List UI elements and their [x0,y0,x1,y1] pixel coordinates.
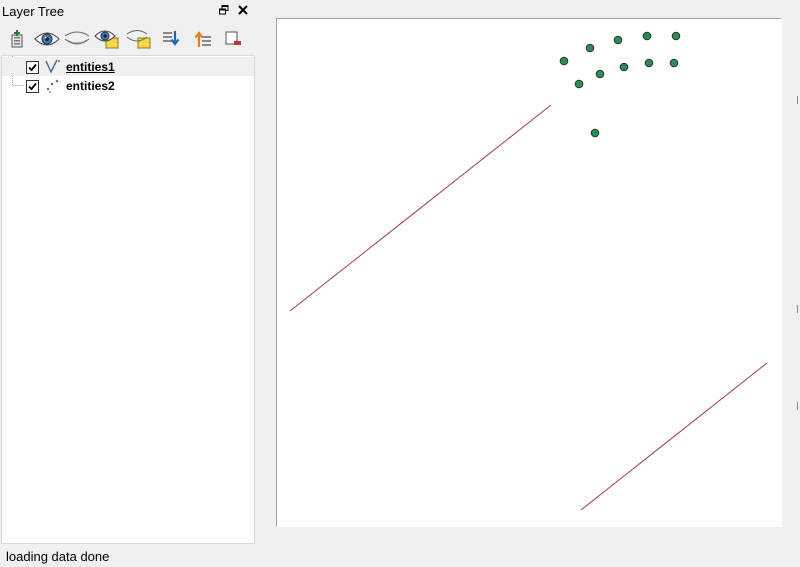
point-feature[interactable] [642,31,652,41]
map-canvas-frame[interactable] [276,18,782,527]
move-layer-down-icon[interactable] [158,26,184,52]
splitter-grip-icon [797,305,798,313]
point-feature[interactable] [613,35,623,45]
move-layer-up-icon[interactable] [190,26,216,52]
hide-all-layers-icon[interactable] [64,26,90,52]
layer-row-entities2[interactable]: entities2 [2,76,254,95]
splitter-grip-icon [797,402,798,410]
point-feature[interactable] [671,31,681,41]
point-feature[interactable] [585,43,595,53]
layer-label: entities2 [66,79,115,93]
layer-tree[interactable]: entities1 entities2 [1,55,255,544]
dock-titlebar[interactable]: Layer Tree [0,0,256,22]
point-feature[interactable] [619,62,629,72]
point-feature[interactable] [669,58,679,68]
point-layer-icon [44,77,62,94]
restore-window-icon[interactable] [216,2,232,18]
checkmark-icon [28,63,37,72]
layer-visibility-checkbox[interactable] [26,61,39,74]
show-selected-layers-icon[interactable] [94,26,120,52]
layer-row-entities1[interactable]: entities1 [2,57,254,76]
close-icon[interactable] [235,2,251,18]
remove-layer-icon[interactable] [220,26,246,52]
point-feature[interactable] [590,128,600,138]
dock-title: Layer Tree [2,4,65,19]
right-splitter[interactable] [796,0,800,545]
line-feature[interactable] [580,362,768,511]
point-feature[interactable] [574,79,584,89]
line-feature[interactable] [289,104,552,312]
status-bar: loading data done [0,545,800,567]
line-layer-icon [44,58,62,75]
show-all-layers-icon[interactable] [34,26,60,52]
point-feature[interactable] [559,56,569,66]
status-message: loading data done [6,549,110,564]
splitter-grip-icon [797,96,798,104]
point-feature[interactable] [595,69,605,79]
layer-tree-dock: Layer Tree entities1 entities2 [0,0,256,545]
layer-label: entities1 [66,60,115,74]
layer-toolbar [0,26,256,52]
hide-selected-layers-icon[interactable] [126,26,152,52]
point-feature[interactable] [644,58,654,68]
map-canvas[interactable] [277,19,781,526]
layer-visibility-checkbox[interactable] [26,80,39,93]
add-layer-icon[interactable] [4,26,30,52]
checkmark-icon [28,82,37,91]
